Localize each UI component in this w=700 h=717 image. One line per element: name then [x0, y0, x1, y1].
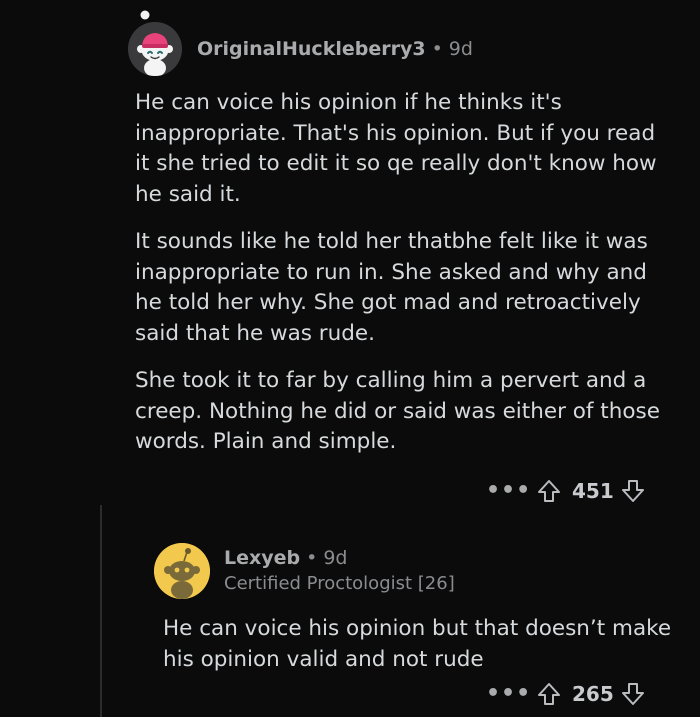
- reply-actions: ••• 265: [486, 681, 646, 707]
- meta-separator: •: [306, 547, 318, 569]
- comment-paragraph: She took it to far by calling him a perv…: [135, 368, 660, 454]
- comment-body: He can voice his opinion if he thinks it…: [135, 88, 675, 475]
- snoo-avatar-icon: [154, 543, 210, 599]
- vote-score: 451: [572, 479, 614, 503]
- snoo-avatar-icon: [128, 22, 182, 76]
- upvote-arrow-icon[interactable]: [536, 478, 562, 504]
- author-name[interactable]: Lexyeb: [224, 547, 300, 569]
- user-flair: Certified Proctologist [26]: [224, 573, 455, 594]
- antenna-icon: [140, 10, 150, 20]
- avatar[interactable]: [154, 543, 210, 599]
- reply-text: He can voice his opinion but that doesn’…: [163, 616, 672, 672]
- comment-meta: OriginalHuckleberry3 • 9d: [197, 36, 473, 62]
- reply-meta: Lexyeb • 9d: [224, 545, 348, 571]
- author-name[interactable]: OriginalHuckleberry3: [197, 38, 426, 60]
- comment-paragraph: It sounds like he told her thatbhe felt …: [135, 229, 648, 346]
- meta-separator: •: [431, 38, 443, 60]
- downvote-arrow-icon[interactable]: [620, 681, 646, 707]
- more-options-icon[interactable]: •••: [486, 683, 536, 705]
- reply-body: He can voice his opinion but that doesn’…: [163, 614, 673, 675]
- more-options-icon[interactable]: •••: [486, 480, 536, 502]
- comment-paragraph: He can voice his opinion if he thinks it…: [135, 90, 657, 207]
- upvote-arrow-icon[interactable]: [536, 681, 562, 707]
- reply-age: 9d: [323, 547, 348, 569]
- avatar[interactable]: [128, 22, 182, 76]
- vote-score: 265: [572, 682, 614, 706]
- comment-age: 9d: [448, 38, 473, 60]
- downvote-arrow-icon[interactable]: [620, 478, 646, 504]
- comment-actions: ••• 451: [486, 478, 646, 504]
- thread-line[interactable]: [100, 505, 102, 717]
